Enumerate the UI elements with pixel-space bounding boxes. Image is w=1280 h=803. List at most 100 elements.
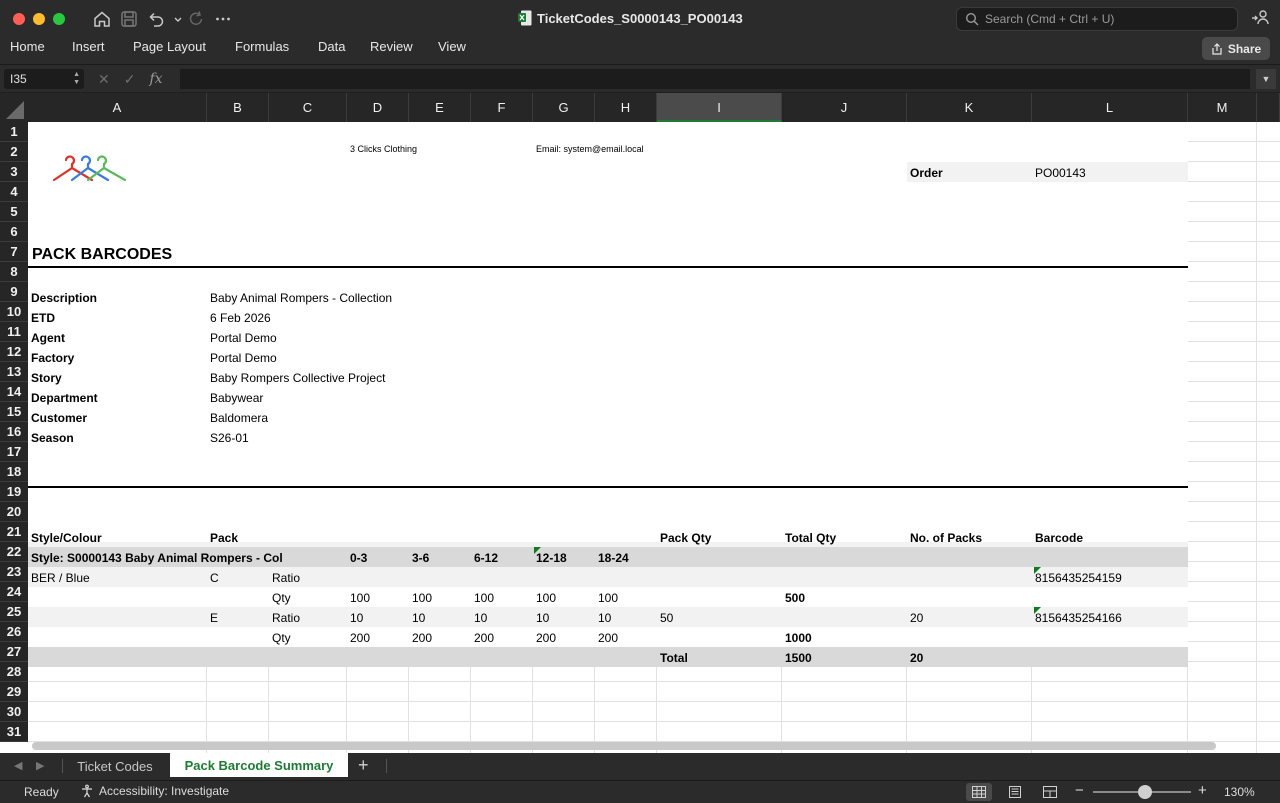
total-row-fill <box>28 647 1188 667</box>
row-header-14[interactable]: 14 <box>0 382 28 402</box>
column-header-l[interactable]: L <box>1032 93 1188 122</box>
cancel-edit-icon[interactable]: ✕ <box>98 71 110 88</box>
tab-formulas[interactable]: Formulas <box>235 39 289 54</box>
qty-value: 100 <box>412 591 433 605</box>
undo-icon[interactable] <box>146 9 166 29</box>
undo-dropdown-icon[interactable] <box>168 9 182 29</box>
column-header-i[interactable]: I <box>657 93 782 122</box>
accessibility-status[interactable]: Accessibility: Investigate <box>80 784 229 798</box>
excel-window: TicketCodes_S0000143_PO00143 Search (Cmd… <box>0 0 1280 803</box>
row-header-12[interactable]: 12 <box>0 342 28 362</box>
column-header-k[interactable]: K <box>907 93 1032 122</box>
tab-home[interactable]: Home <box>10 39 45 54</box>
minimize-window-button[interactable] <box>33 13 45 25</box>
next-sheet-icon[interactable]: ▶ <box>36 759 44 772</box>
ratio-value: 10 <box>350 611 364 625</box>
row-header-16[interactable]: 16 <box>0 422 28 442</box>
previous-sheet-icon[interactable]: ◀ <box>14 759 22 772</box>
row-header-18[interactable]: 18 <box>0 462 28 482</box>
zoom-in-icon[interactable]: + <box>1198 782 1207 799</box>
company-name: 3 Clicks Clothing <box>350 144 418 154</box>
row-header-10[interactable]: 10 <box>0 302 28 322</box>
column-header-d[interactable]: D <box>347 93 409 122</box>
insert-function-icon[interactable]: fx <box>149 71 162 88</box>
row-header-21[interactable]: 21 <box>0 522 28 542</box>
select-all-corner[interactable] <box>0 93 28 122</box>
name-box-stepper-icon[interactable]: ▲ ▼ <box>73 71 80 87</box>
maximize-window-button[interactable] <box>53 13 65 25</box>
save-icon[interactable] <box>119 9 139 29</box>
row-header-25[interactable]: 25 <box>0 602 28 622</box>
row-header-2[interactable]: 2 <box>0 142 28 162</box>
redo-icon[interactable] <box>186 9 206 29</box>
row-header-5[interactable]: 5 <box>0 202 28 222</box>
row-header-27[interactable]: 27 <box>0 642 28 662</box>
row-header-30[interactable]: 30 <box>0 702 28 722</box>
column-header-j[interactable]: J <box>782 93 907 122</box>
column-header-b[interactable]: B <box>207 93 269 122</box>
formula-input[interactable] <box>180 69 1250 89</box>
row-header-31[interactable]: 31 <box>0 722 28 742</box>
close-window-button[interactable] <box>13 13 25 25</box>
row-header-11[interactable]: 11 <box>0 322 28 342</box>
row-header-28[interactable]: 28 <box>0 662 28 682</box>
share-button[interactable]: Share <box>1202 37 1270 60</box>
row-header-4[interactable]: 4 <box>0 182 28 202</box>
page-layout-view-icon[interactable] <box>1002 783 1028 801</box>
home-icon[interactable] <box>92 9 112 29</box>
detail-value: Portal Demo <box>210 331 277 345</box>
row-header-23[interactable]: 23 <box>0 562 28 582</box>
row-header-29[interactable]: 29 <box>0 682 28 702</box>
size-header: 0-3 <box>350 551 368 565</box>
row-header-9[interactable]: 9 <box>0 282 28 302</box>
column-header-overflow[interactable] <box>1257 93 1280 122</box>
share-label: Share <box>1227 41 1262 56</box>
confirm-edit-icon[interactable]: ✓ <box>124 71 136 88</box>
normal-view-icon[interactable] <box>966 783 992 801</box>
detail-label: Description <box>31 291 98 305</box>
search-input[interactable]: Search (Cmd + Ctrl + U) <box>956 7 1238 31</box>
zoom-slider-thumb[interactable] <box>1138 785 1152 799</box>
row-header-15[interactable]: 15 <box>0 402 28 422</box>
row-header-6[interactable]: 6 <box>0 222 28 242</box>
column-header-e[interactable]: E <box>409 93 471 122</box>
name-box[interactable]: I35 ▲ ▼ <box>4 69 84 89</box>
row-header-13[interactable]: 13 <box>0 362 28 382</box>
tab-review[interactable]: Review <box>370 39 413 54</box>
expand-formula-bar-icon[interactable]: ▼ <box>1256 69 1276 89</box>
add-sheet-icon[interactable]: + <box>358 755 369 776</box>
page-break-view-icon[interactable] <box>1037 783 1063 801</box>
row-header-22[interactable]: 22 <box>0 542 28 562</box>
collaboration-icon[interactable] <box>1250 8 1270 28</box>
column-header-g[interactable]: G <box>533 93 595 122</box>
column-header-f[interactable]: F <box>471 93 533 122</box>
spreadsheet-grid[interactable]: ABCDEFGHIJKLM 1 2 3 4 5 6 7 8 9 10 11 12 13 14 15 16 17 1… <box>0 93 1280 753</box>
row-header-26[interactable]: 26 <box>0 622 28 642</box>
column-header-a[interactable]: A <box>28 93 207 122</box>
tab-page-layout[interactable]: Page Layout <box>133 39 206 54</box>
tab-view[interactable]: View <box>438 39 466 54</box>
qty-value: 100 <box>474 591 495 605</box>
tab-ticket-codes[interactable]: Ticket Codes <box>64 753 166 777</box>
tab-data[interactable]: Data <box>318 39 345 54</box>
row-header-19[interactable]: 19 <box>0 482 28 502</box>
column-header-h[interactable]: H <box>595 93 657 122</box>
row-header-17[interactable]: 17 <box>0 442 28 462</box>
row-header-1[interactable]: 1 <box>0 122 28 142</box>
row-header-7[interactable]: 7 <box>0 242 28 262</box>
tab-insert[interactable]: Insert <box>72 39 105 54</box>
detail-value: Baby Animal Rompers - Collection <box>210 291 393 305</box>
row-header-20[interactable]: 20 <box>0 502 28 522</box>
header-pack-qty: Pack Qty <box>660 531 712 545</box>
row-header-3[interactable]: 3 <box>0 162 28 182</box>
column-header-m[interactable]: M <box>1188 93 1257 122</box>
detail-value: Baby Rompers Collective Project <box>210 371 386 385</box>
tab-pack-barcode-summary[interactable]: Pack Barcode Summary <box>170 753 348 777</box>
more-icon[interactable] <box>213 9 233 29</box>
horizontal-scrollbar[interactable] <box>32 742 1216 750</box>
row-header-8[interactable]: 8 <box>0 262 28 282</box>
row-header-24[interactable]: 24 <box>0 582 28 602</box>
zoom-out-icon[interactable]: − <box>1075 782 1084 799</box>
zoom-level[interactable]: 130% <box>1224 785 1255 799</box>
column-header-c[interactable]: C <box>269 93 347 122</box>
